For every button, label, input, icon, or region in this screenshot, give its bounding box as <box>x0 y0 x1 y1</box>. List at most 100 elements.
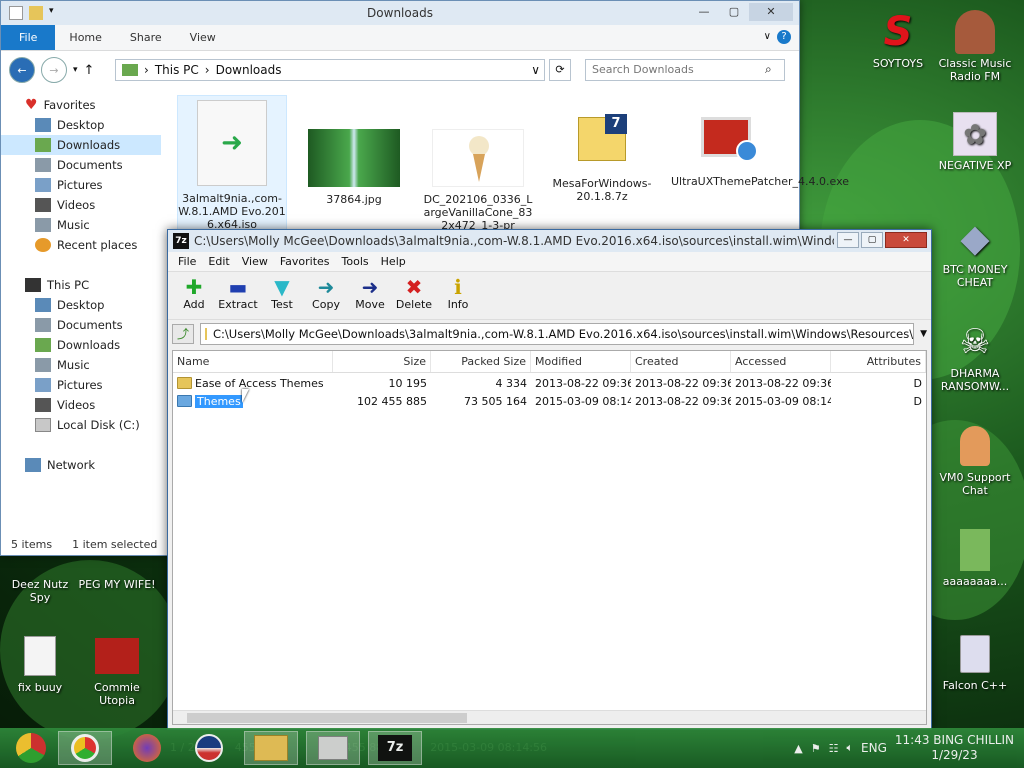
tab-view[interactable]: View <box>176 25 230 50</box>
close-button[interactable]: ✕ <box>885 232 927 248</box>
help-icon[interactable]: ? <box>777 30 791 44</box>
file-item-ultraux-exe[interactable]: UltraUXThemePatcher_4.4.0.exe <box>671 95 849 188</box>
up-arrow-icon[interactable]: ↑ <box>84 63 95 78</box>
column-modified[interactable]: Modified <box>531 351 631 372</box>
desktop-icon-falcon-cpp[interactable]: Falcon C++ <box>935 632 1015 692</box>
sidebar-item-downloads[interactable]: Downloads <box>1 135 161 155</box>
7zip-icon[interactable]: 7z <box>368 731 422 765</box>
file-explorer-icon[interactable] <box>244 731 298 765</box>
extract-button[interactable]: ▬ Extract <box>216 272 260 319</box>
table-row-selected[interactable]: Themes 102 455 885 73 505 164 2015-03-09… <box>173 393 926 411</box>
file-item-mesa-7z[interactable]: 7 MesaForWindows-20.1.8.7z <box>547 95 657 203</box>
back-button[interactable]: ← <box>9 57 35 83</box>
sidebar-item-music[interactable]: Music <box>1 215 167 235</box>
desktop-icon-soytoys[interactable]: S SOYTOYS <box>858 10 938 71</box>
sidebar-item-network[interactable]: Network <box>1 455 167 475</box>
forward-button[interactable]: → <box>41 57 67 83</box>
desktop-icon-peg-my-wife[interactable]: PEG MY WIFE! <box>77 578 157 591</box>
sidebar-item-favorites[interactable]: ♥ Favorites <box>1 95 167 115</box>
sidebar-item-this-pc[interactable]: This PC <box>1 275 167 295</box>
menu-edit[interactable]: Edit <box>202 255 235 268</box>
file-item-vanilla-cone[interactable]: DC_202106_0336_LargeVanillaCone_832x472_… <box>423 95 533 229</box>
breadcrumb-downloads[interactable]: Downloads <box>216 63 282 77</box>
search-icon[interactable]: ⌕ <box>765 62 772 77</box>
explorer-titlebar[interactable]: ▾ Downloads — ▢ ✕ <box>1 1 799 25</box>
desktop-icon-classic-music-radio[interactable]: Classic Music Radio FM <box>935 10 1015 83</box>
tab-share[interactable]: Share <box>116 25 176 50</box>
scrollbar-thumb[interactable] <box>187 713 467 723</box>
add-button[interactable]: ✚ Add <box>172 272 216 319</box>
column-packed-size[interactable]: Packed Size <box>431 351 531 372</box>
column-size[interactable]: Size <box>333 351 431 372</box>
menu-favorites[interactable]: Favorites <box>274 255 336 268</box>
desktop-icon-deez-nutz-spy[interactable]: Deez Nutz Spy <box>0 578 80 604</box>
sidebar-item-local-disk[interactable]: Local Disk (C:) <box>1 415 167 435</box>
chevron-down-icon[interactable]: ∨ <box>764 31 771 42</box>
tab-file[interactable]: File <box>1 25 56 50</box>
desktop-icon-commie-utopia[interactable]: Commie Utopia <box>77 634 157 707</box>
recent-locations-chevron-icon[interactable]: ▾ <box>73 65 78 75</box>
horizontal-scrollbar[interactable] <box>173 710 926 724</box>
menu-file[interactable]: File <box>172 255 202 268</box>
info-button[interactable]: ℹ Info <box>436 272 480 319</box>
chevron-down-icon[interactable]: ▼ <box>920 329 927 339</box>
sidebar-item-pc-documents[interactable]: Documents <box>1 315 167 335</box>
sidebar-item-pc-desktop[interactable]: Desktop <box>1 295 167 315</box>
breadcrumb-this-pc[interactable]: This PC <box>155 63 199 77</box>
desktop-icon-aaaaaaaa[interactable]: aaaaaaaa... <box>935 528 1015 588</box>
address-bar[interactable]: › This PC › Downloads ∨ <box>115 59 545 81</box>
chrome-icon[interactable] <box>58 731 112 765</box>
close-button[interactable]: ✕ <box>749 3 793 21</box>
desktop-icon-negative-xp[interactable]: ✿ NEGATIVE XP <box>935 112 1015 172</box>
file-item-iso[interactable]: ➜ 3almalt9nia.,com-W.8.1.AMD Evo.2016.x6… <box>177 95 287 235</box>
desktop-icon-fix-buuy[interactable]: fix buuy <box>0 634 80 694</box>
menu-help[interactable]: Help <box>375 255 412 268</box>
maximize-button[interactable]: ▢ <box>861 232 883 248</box>
move-button[interactable]: ➜ Move <box>348 272 392 319</box>
chevron-down-icon[interactable]: ∨ <box>531 63 540 77</box>
control-panel-icon[interactable] <box>306 731 360 765</box>
sidebar-item-pc-videos[interactable]: Videos <box>1 395 167 415</box>
table-row[interactable]: Ease of Access Themes 10 195 4 334 2013-… <box>173 375 926 393</box>
sidebar-item-desktop[interactable]: Desktop <box>1 115 167 135</box>
minimize-button[interactable]: — <box>689 3 719 21</box>
delete-button[interactable]: ✖ Delete <box>392 272 436 319</box>
sidebar-item-pc-pictures[interactable]: Pictures <box>1 375 167 395</box>
sidebar-item-pc-downloads[interactable]: Downloads <box>1 335 167 355</box>
desktop-icon-vm0-support[interactable]: VM0 Support Chat <box>935 424 1015 497</box>
network-icon[interactable]: ☷ <box>829 742 839 755</box>
sidebar-item-pictures[interactable]: Pictures <box>1 175 167 195</box>
column-name[interactable]: Name <box>173 351 333 372</box>
obama-logo-icon[interactable] <box>182 731 236 765</box>
file-item-37864-jpg[interactable]: 37864.jpg <box>299 95 409 206</box>
minimize-button[interactable]: — <box>837 232 859 248</box>
language-indicator[interactable]: ENG <box>861 741 887 755</box>
desktop-icon-btc-money-cheat[interactable]: ◆ BTC MONEY CHEAT <box>935 216 1015 290</box>
sidebar-item-pc-music[interactable]: Music <box>1 355 167 375</box>
sidebar-item-videos[interactable]: Videos <box>1 195 167 215</box>
column-created[interactable]: Created <box>631 351 731 372</box>
sevenzip-titlebar[interactable]: 7z C:\Users\Molly McGee\Downloads\3almal… <box>168 230 931 252</box>
refresh-button[interactable]: ⟳ <box>549 59 571 81</box>
column-attributes[interactable]: Attributes <box>831 351 926 372</box>
menu-view[interactable]: View <box>236 255 274 268</box>
copy-button[interactable]: ➜ Copy <box>304 272 348 319</box>
flag-icon[interactable]: ⚑ <box>811 742 821 755</box>
sidebar-item-recent-places[interactable]: Recent places <box>1 235 167 255</box>
clock[interactable]: 11:43 BING CHILLIN 1/29/23 <box>895 733 1014 763</box>
chrome-old-icon[interactable] <box>4 731 58 765</box>
path-combobox[interactable]: C:\Users\Molly McGee\Downloads\3almalt9n… <box>200 323 915 345</box>
sevenzip-window[interactable]: 7z C:\Users\Molly McGee\Downloads\3almal… <box>167 229 932 730</box>
menu-tools[interactable]: Tools <box>336 255 375 268</box>
desktop-icon-dharma[interactable]: ☠ DHARMA RANSOMW... <box>935 320 1015 394</box>
firefox-icon[interactable] <box>120 731 174 765</box>
volume-icon[interactable]: 🔈︎ <box>846 741 853 755</box>
up-folder-button[interactable]: ⤴ <box>172 324 194 344</box>
sidebar-item-documents[interactable]: Documents <box>1 155 167 175</box>
show-hidden-icons-icon[interactable]: ▲ <box>794 742 802 755</box>
test-button[interactable]: ▼ Test <box>260 272 304 319</box>
column-accessed[interactable]: Accessed <box>731 351 831 372</box>
tab-home[interactable]: Home <box>55 25 115 50</box>
search-input[interactable]: Search Downloads <box>585 59 785 81</box>
maximize-button[interactable]: ▢ <box>719 3 749 21</box>
